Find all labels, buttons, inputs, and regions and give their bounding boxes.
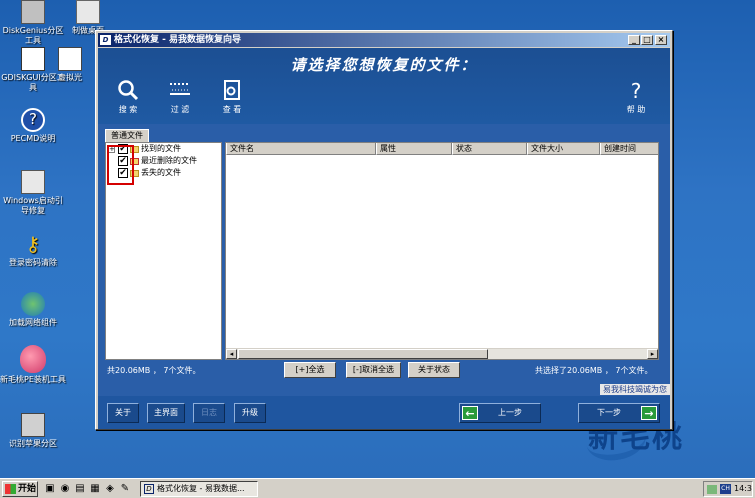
taskbar: 开始 ▣ ◉ ▤ ▦ ◈ ✎ D 格式化恢复 - 易我数据... CH 14:3 <box>0 478 755 498</box>
app-icon: D <box>100 35 111 45</box>
header-banner: 请选择您想恢复的文件： 搜 索 过 滤 查 看 ? 帮 助 <box>98 48 670 124</box>
key-icon: ⚷ <box>25 232 41 256</box>
desktop-icon-network[interactable]: 加载网络组件 <box>0 292 66 328</box>
column-status[interactable]: 状态 <box>452 143 527 155</box>
system-tray: CH 14:3 <box>703 481 753 497</box>
filter-icon <box>162 78 198 104</box>
drive-icon <box>21 413 45 437</box>
header-title: 请选择您想恢复的文件： <box>290 56 478 74</box>
disk-tool-icon <box>21 47 45 71</box>
quicklaunch-browser-icon[interactable]: ◉ <box>59 483 71 494</box>
maximize-button[interactable]: □ <box>641 35 653 45</box>
search-tool[interactable]: 搜 索 <box>110 78 146 115</box>
peach-icon <box>20 345 46 373</box>
list-header: 文件名 属性 状态 文件大小 创建时间 <box>226 143 659 155</box>
forward-arrow-icon: → <box>641 406 657 420</box>
view-tool[interactable]: 查 看 <box>214 78 250 115</box>
recovery-window: D 格式化恢复 - 易我数据恢复向导 _ □ × 请选择您想恢复的文件： 搜 索… <box>95 30 673 430</box>
highlight-box <box>107 145 134 185</box>
quicklaunch-desktop-icon[interactable]: ▣ <box>44 483 56 494</box>
help-tool[interactable]: ? 帮 助 <box>618 78 654 115</box>
quicklaunch-pen-icon[interactable]: ✎ <box>119 483 131 494</box>
column-filename[interactable]: 文件名 <box>226 143 376 155</box>
disk-icon <box>21 0 45 24</box>
column-created[interactable]: 创建时间 <box>600 143 659 155</box>
window-title: 格式化恢复 - 易我数据恢复向导 <box>114 35 242 45</box>
clock: 14:3 <box>734 484 752 493</box>
scroll-left-icon[interactable]: ◂ <box>226 349 237 359</box>
deselect-all-button[interactable]: [-]取消全选 <box>346 362 401 378</box>
globe-icon <box>21 292 45 316</box>
language-indicator[interactable]: CH <box>720 484 731 494</box>
network-icon[interactable] <box>707 485 717 494</box>
prev-step-button[interactable]: ← 上一步 <box>459 403 541 423</box>
total-stats: 共20.06MB ， 7个文件。 <box>107 366 201 375</box>
desktop-icon-pe-installer[interactable]: 新毛桃PE装机工具 <box>0 345 66 385</box>
next-step-button[interactable]: 下一步 → <box>578 403 660 423</box>
desktop-icon-pecmd-help[interactable]: ? PECMD说明 <box>0 108 66 144</box>
log-button[interactable]: 日志 <box>193 403 225 423</box>
file-list: 文件名 属性 状态 文件大小 创建时间 ◂ ▸ <box>225 142 659 360</box>
minimize-button[interactable]: _ <box>628 35 640 45</box>
select-all-button[interactable]: [+]全选 <box>284 362 336 378</box>
start-button[interactable]: 开始 <box>2 481 38 497</box>
quicklaunch-explorer-icon[interactable]: ▦ <box>89 483 101 494</box>
desktop-icon-boot-repair[interactable]: Windows启动引导修复 <box>0 170 66 216</box>
column-attribute[interactable]: 属性 <box>376 143 452 155</box>
content-area: 普通文件 + ✔ 找到的文件 ✔ 最近删除的文件 ✔ 丢失的文件 文件名 属性 … <box>98 124 670 396</box>
scroll-right-icon[interactable]: ▸ <box>647 349 658 359</box>
tab-normal-files[interactable]: 普通文件 <box>105 129 149 142</box>
windows-logo-icon <box>5 484 16 494</box>
about-button[interactable]: 关于 <box>107 403 139 423</box>
close-button[interactable]: × <box>655 35 667 45</box>
quicklaunch-tool-icon[interactable]: ◈ <box>104 483 116 494</box>
column-size[interactable]: 文件大小 <box>527 143 600 155</box>
filter-tool[interactable]: 过 滤 <box>162 78 198 115</box>
quicklaunch-folder-icon[interactable]: ▤ <box>74 483 86 494</box>
question-icon: ? <box>630 79 642 103</box>
document-icon <box>58 47 82 71</box>
desktop-icon-password-clear[interactable]: ⚷ 登录密码清除 <box>0 232 66 268</box>
taskbar-window-button[interactable]: D 格式化恢复 - 易我数据... <box>140 481 258 497</box>
selected-stats: 共选择了20.06MB ， 7个文件。 <box>535 366 653 375</box>
scroll-thumb[interactable] <box>238 349 488 359</box>
help-icon: ? <box>21 108 45 132</box>
footer-bar: 易我科技竭诚为您 关于 主界面 日志 升级 ← 上一步 下一步 → <box>98 384 670 429</box>
upgrade-button[interactable]: 升级 <box>234 403 266 423</box>
back-arrow-icon: ← <box>462 406 478 420</box>
task-app-icon: D <box>144 484 154 494</box>
repair-icon <box>21 170 45 194</box>
title-bar[interactable]: D 格式化恢复 - 易我数据恢复向导 _ □ × <box>98 33 670 47</box>
horizontal-scrollbar[interactable]: ◂ ▸ <box>226 348 658 359</box>
desktop-icon-apple-partition[interactable]: 识别苹果分区 <box>0 413 66 449</box>
view-icon <box>214 78 250 104</box>
search-icon <box>110 78 146 104</box>
about-status-button[interactable]: 关于状态 <box>408 362 460 378</box>
desktop-icon-virtual-drive[interactable]: 虚拟光 <box>48 47 92 83</box>
copyright-text: 易我科技竭诚为您 <box>600 384 670 395</box>
main-screen-button[interactable]: 主界面 <box>147 403 185 423</box>
computer-icon <box>76 0 100 24</box>
